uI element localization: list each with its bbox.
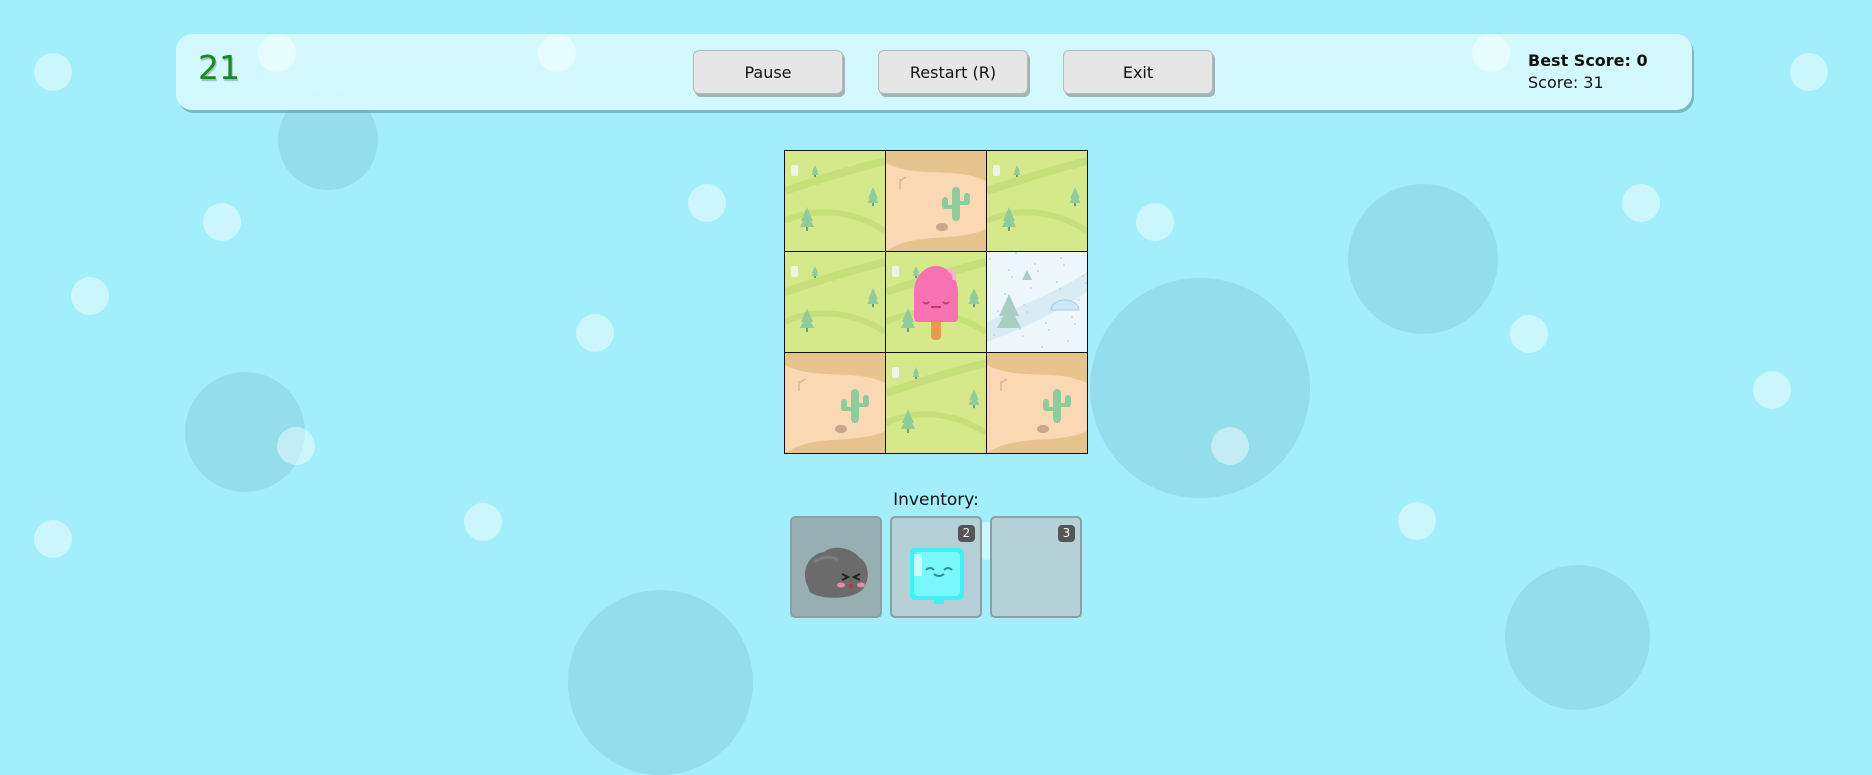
inventory-slot-3[interactable]: 3 <box>990 516 1082 618</box>
background-bubble <box>258 34 296 72</box>
slot-count-badge: 3 <box>1058 525 1075 542</box>
restart-button[interactable]: Restart (R) <box>878 50 1028 94</box>
timer: 21 <box>198 48 240 87</box>
tile-grassland[interactable] <box>785 151 885 251</box>
tile-grassland[interactable] <box>886 353 986 453</box>
background-bubble <box>277 427 315 465</box>
background-bubble <box>34 520 72 558</box>
score-panel: Best Score: 0 Score: 31 <box>1528 50 1668 94</box>
background-bubble <box>1622 184 1660 222</box>
top-bar: 21 Pause Restart (R) Exit Best Score: 0 … <box>176 34 1692 110</box>
pause-button[interactable]: Pause <box>693 50 843 94</box>
game-board <box>784 150 1088 454</box>
ice-cube-icon <box>910 548 964 604</box>
background-bubble <box>1790 53 1828 91</box>
background-bubble <box>203 203 241 241</box>
background-bubble <box>1472 34 1510 72</box>
inventory-slot-1[interactable] <box>790 516 882 618</box>
background-bubble <box>1510 315 1548 353</box>
background-bubble <box>568 590 753 775</box>
inventory-label: Inventory: <box>893 490 979 510</box>
tile-desert[interactable] <box>785 353 885 453</box>
background-bubble <box>1505 565 1650 710</box>
tile-grassland[interactable] <box>987 151 1087 251</box>
background-bubble <box>34 53 72 91</box>
background-bubble <box>688 184 726 222</box>
tile-grassland[interactable] <box>886 252 986 352</box>
best-score: Best Score: 0 <box>1528 51 1648 70</box>
background-bubble <box>576 314 614 352</box>
background-bubble <box>71 277 109 315</box>
background-bubble <box>1211 427 1249 465</box>
current-score: Score: 31 <box>1528 73 1604 92</box>
background-bubble <box>1753 371 1791 409</box>
tile-desert[interactable] <box>886 151 986 251</box>
tile-grassland[interactable] <box>785 252 885 352</box>
background-bubble <box>1348 184 1498 334</box>
tile-snow[interactable] <box>987 252 1087 352</box>
rock-icon <box>804 547 868 598</box>
background-bubble <box>538 34 576 72</box>
exit-button[interactable]: Exit <box>1063 50 1213 94</box>
background-bubble <box>1136 203 1174 241</box>
inventory-slot-2[interactable]: 2 <box>890 516 982 618</box>
tile-desert[interactable] <box>987 353 1087 453</box>
background-bubble <box>1090 278 1310 498</box>
